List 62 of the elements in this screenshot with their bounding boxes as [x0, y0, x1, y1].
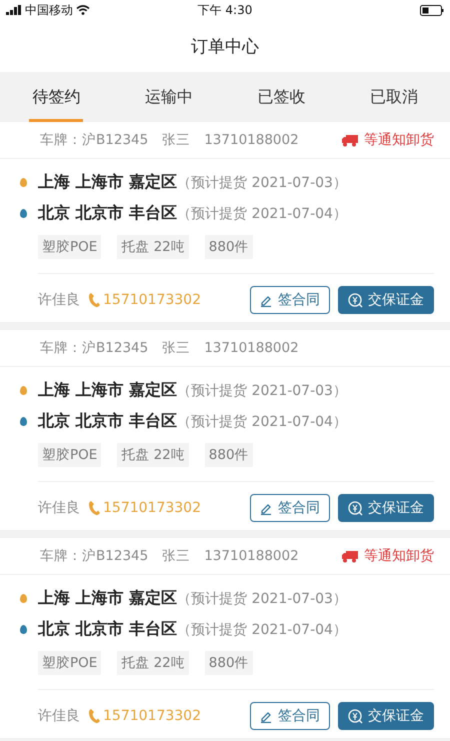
contact-name: 许佳良 [38, 707, 80, 725]
cargo-tag: 托盘 22吨 [117, 651, 189, 675]
pen-icon [260, 294, 273, 306]
driver-name: 张三 [162, 131, 190, 149]
wifi-icon [76, 5, 90, 15]
driver-phone: 13710188002 [204, 340, 299, 356]
action-button[interactable]: 签合同 [250, 286, 330, 314]
page-title: 订单中心 [191, 36, 259, 58]
carrier-name: 中国移动 [25, 2, 73, 18]
order-status: 等通知卸货 [364, 131, 434, 149]
action-button[interactable]: 交保证金 [338, 286, 434, 314]
signal-icon [6, 5, 22, 15]
battery-icon [420, 4, 444, 16]
coin-icon [348, 500, 363, 516]
route-place: 北京 北京市 丰台区 [38, 411, 178, 432]
pickup-date: （预计提货 2021-07-04） [177, 620, 347, 638]
route-place: 上海 上海市 嘉定区 [38, 172, 178, 193]
route-place: 北京 北京市 丰台区 [38, 619, 178, 640]
cargo-tag: 880件 [204, 235, 253, 259]
cargo-tag: 塑胶POE [38, 651, 102, 675]
tab[interactable]: 已签收 [225, 72, 338, 122]
tab[interactable]: 待签约 [0, 72, 112, 122]
phone-icon [88, 500, 100, 516]
action-button[interactable]: 交保证金 [338, 702, 434, 730]
phone-icon [88, 292, 100, 308]
pickup-date: （预计提货 2021-07-03） [177, 590, 347, 608]
route-place: 上海 上海市 嘉定区 [38, 380, 178, 401]
driver-name: 张三 [162, 339, 190, 357]
tab[interactable]: 运输中 [112, 72, 225, 122]
cargo-tag: 托盘 22吨 [117, 443, 189, 467]
phone-icon [88, 708, 100, 724]
pen-icon [260, 710, 273, 722]
cargo-tag: 880件 [204, 443, 253, 467]
pickup-date: （预计提货 2021-07-04） [177, 204, 347, 222]
action-button[interactable]: 交保证金 [338, 494, 434, 522]
order-status: 等通知卸货 [364, 547, 434, 565]
pickup-date: （预计提货 2021-07-03） [177, 382, 347, 400]
pickup-date: （预计提货 2021-07-03） [177, 174, 347, 192]
plate-number: 车牌：沪B12345 [40, 131, 148, 149]
action-button[interactable]: 签合同 [250, 494, 330, 522]
cargo-tag: 塑胶POE [38, 443, 102, 467]
pickup-date: （预计提货 2021-07-04） [177, 412, 347, 430]
tab[interactable]: 已取消 [338, 72, 450, 122]
pen-icon [260, 502, 273, 514]
plate-number: 车牌：沪B12345 [40, 339, 148, 357]
action-button[interactable]: 签合同 [250, 702, 330, 730]
contact-name: 许佳良 [38, 291, 80, 309]
cargo-tag: 880件 [204, 651, 253, 675]
truck-icon [341, 550, 359, 562]
coin-icon [348, 292, 363, 308]
clock-time: 下午 4:30 [198, 2, 252, 18]
truck-icon [341, 134, 359, 146]
route-place: 上海 上海市 嘉定区 [38, 588, 178, 609]
plate-number: 车牌：沪B12345 [40, 547, 148, 565]
driver-name: 张三 [162, 547, 190, 565]
driver-phone: 13710188002 [204, 548, 299, 564]
contact-name: 许佳良 [38, 499, 80, 517]
coin-icon [348, 708, 363, 724]
cargo-tag: 托盘 22吨 [117, 235, 189, 259]
cargo-tag: 塑胶POE [38, 235, 102, 259]
route-place: 北京 北京市 丰台区 [38, 203, 178, 224]
driver-phone: 13710188002 [204, 132, 299, 148]
